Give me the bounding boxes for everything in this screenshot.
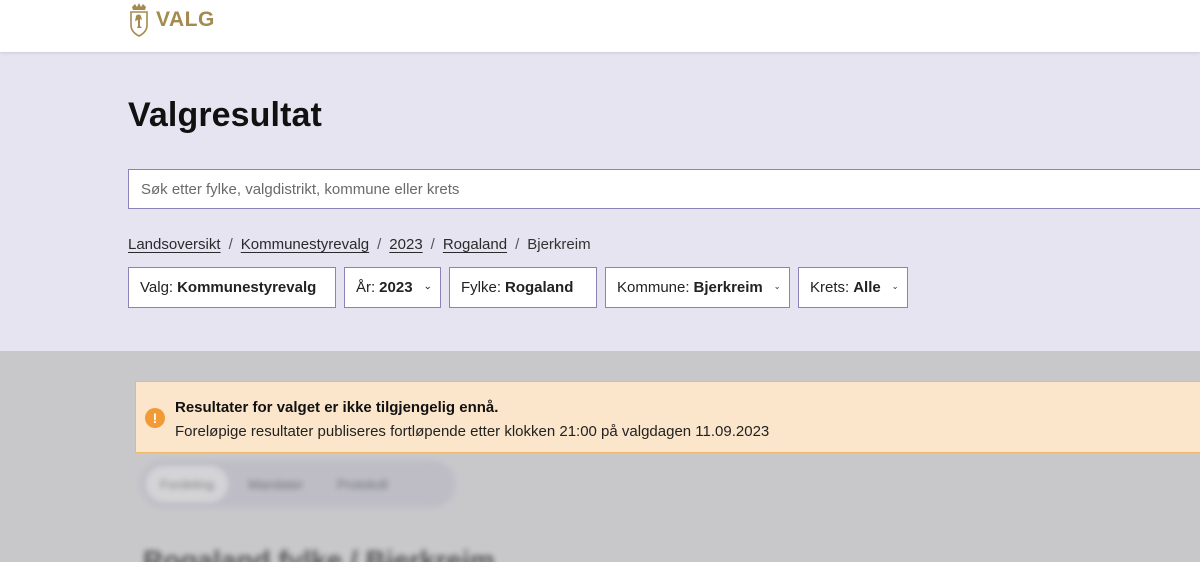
hero-section: Valgresultat Landsoversikt / Kommunestyr… <box>0 52 1200 351</box>
chevron-down-icon <box>775 286 779 289</box>
site-header: VALG <box>0 0 1200 52</box>
breadcrumb-separator: / <box>228 236 233 253</box>
results-heading: Rogaland fylke / Bjerkreim <box>143 545 495 562</box>
filter-label: Kommune: <box>617 279 690 296</box>
page-title: Valgresultat <box>128 96 322 134</box>
search-box <box>128 169 1200 209</box>
logo-text: VALG <box>156 8 215 31</box>
chevron-down-icon <box>585 287 586 288</box>
blurred-results-content: Fordeling Mandater Protokoll Rogaland fy… <box>0 455 1200 562</box>
notice-title: Resultater for valget er ikke tilgjengel… <box>175 399 499 416</box>
filter-label: Krets: <box>810 279 850 296</box>
tab-mandater[interactable]: Mandater <box>234 466 317 502</box>
filter-value: Rogaland <box>505 279 574 296</box>
filter-label: År: <box>356 279 376 296</box>
filter-label: Fylke: <box>461 279 502 296</box>
breadcrumb-landsoversikt[interactable]: Landsoversikt <box>128 236 221 253</box>
filter-fylke-select[interactable]: Fylke: Rogaland <box>449 267 597 308</box>
breadcrumb-separator: / <box>515 236 520 253</box>
chevron-down-icon <box>893 286 897 289</box>
tab-fordeling[interactable]: Fordeling <box>146 466 229 502</box>
breadcrumb-separator: / <box>377 236 382 253</box>
tab-protokoll[interactable]: Protokoll <box>323 466 402 502</box>
chevron-down-icon <box>425 286 430 289</box>
valg-logo-link[interactable]: VALG <box>128 2 215 38</box>
filter-value: Kommunestyrevalg <box>177 279 317 296</box>
filter-krets-select[interactable]: Krets: Alle <box>798 267 908 308</box>
breadcrumb-current: Bjerkreim <box>527 236 591 253</box>
results-unavailable-notice: ! Resultater for valget er ikke tilgjeng… <box>135 381 1200 453</box>
breadcrumb: Landsoversikt / Kommunestyrevalg / 2023 … <box>128 236 591 253</box>
filter-bar: Valg: Kommunestyrevalg År: 2023 Fylke: R… <box>128 267 908 308</box>
coat-of-arms-icon <box>130 3 148 37</box>
filter-value: 2023 <box>379 279 413 296</box>
breadcrumb-separator: / <box>430 236 435 253</box>
search-input[interactable] <box>129 170 1200 208</box>
filter-kommune-select[interactable]: Kommune: Bjerkreim <box>605 267 790 308</box>
filter-year-select[interactable]: År: 2023 <box>344 267 441 308</box>
filter-label: Valg: <box>140 279 174 296</box>
breadcrumb-rogaland[interactable]: Rogaland <box>443 236 507 253</box>
breadcrumb-year[interactable]: 2023 <box>389 236 422 253</box>
filter-valg-select[interactable]: Valg: Kommunestyrevalg <box>128 267 336 308</box>
warning-icon: ! <box>145 408 165 428</box>
results-tabs: Fordeling Mandater Protokoll <box>140 460 456 508</box>
notice-text: Foreløpige resultater publiseres fortløp… <box>175 423 770 440</box>
breadcrumb-kommunestyrevalg[interactable]: Kommunestyrevalg <box>241 236 369 253</box>
filter-value: Bjerkreim <box>693 279 763 296</box>
filter-value: Alle <box>853 279 881 296</box>
